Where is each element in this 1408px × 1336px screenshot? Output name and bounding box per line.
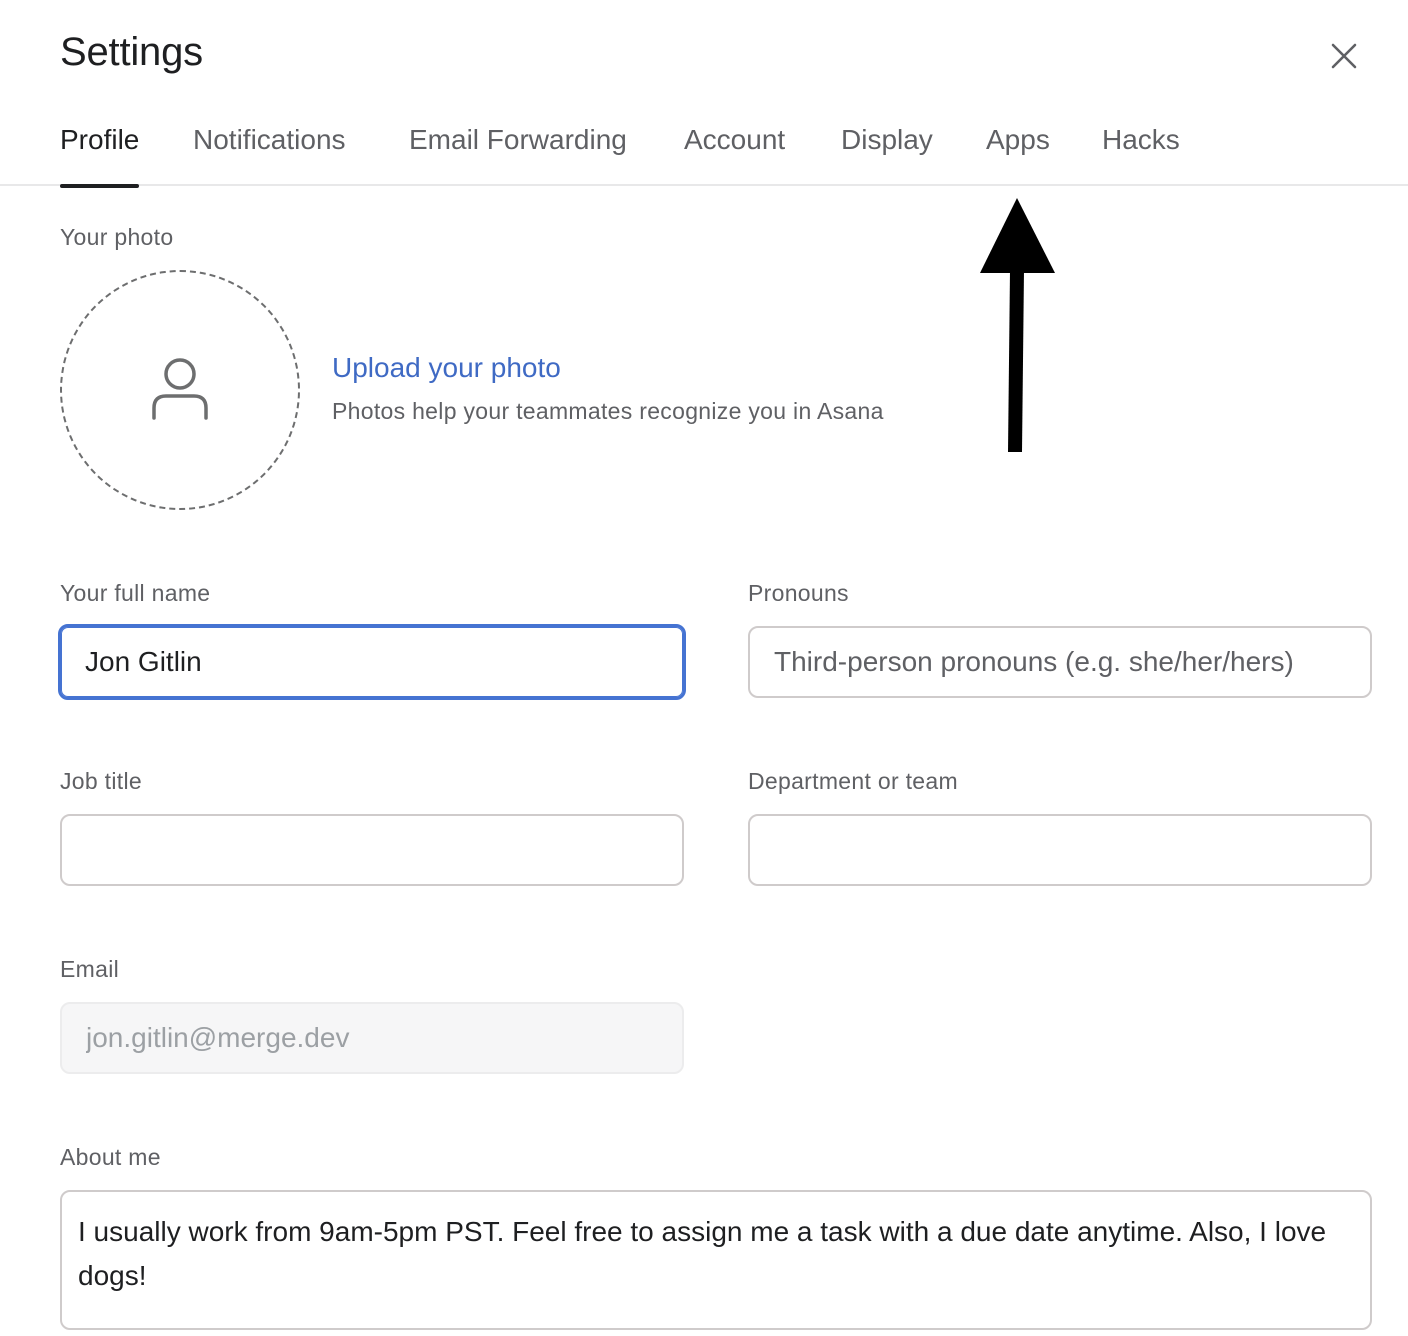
department-label: Department or team	[748, 768, 958, 794]
tab-notifications[interactable]: Notifications	[193, 124, 346, 186]
job-title-label: Job title	[60, 768, 142, 794]
dialog-title: Settings	[60, 30, 203, 74]
tab-apps[interactable]: Apps	[986, 124, 1050, 186]
upload-photo-link[interactable]: Upload your photo	[332, 352, 561, 384]
email-field	[60, 1002, 684, 1074]
tab-profile[interactable]: Profile	[60, 124, 140, 188]
close-button[interactable]	[1320, 32, 1368, 80]
job-title-input[interactable]	[60, 814, 684, 886]
department-input[interactable]	[748, 814, 1372, 886]
photo-upload-area[interactable]	[60, 270, 300, 510]
about-label: About me	[60, 1144, 161, 1170]
close-icon	[1331, 43, 1357, 69]
tab-display[interactable]: Display	[841, 124, 933, 186]
email-label: Email	[60, 956, 120, 982]
user-icon	[152, 358, 208, 420]
full-name-input[interactable]	[58, 624, 686, 700]
about-textarea[interactable]: I usually work from 9am-5pm PST. Feel fr…	[60, 1190, 1372, 1330]
full-name-label: Your full name	[60, 580, 211, 606]
tab-email-forwarding[interactable]: Email Forwarding	[409, 124, 627, 186]
settings-dialog: Settings Profile Notifications Email For…	[0, 0, 1408, 1336]
pronouns-label: Pronouns	[748, 580, 849, 606]
settings-tabs: Profile Notifications Email Forwarding A…	[0, 110, 1408, 188]
annotation-arrow	[980, 198, 1055, 452]
photo-hint: Photos help your teammates recognize you…	[332, 398, 884, 424]
pronouns-input[interactable]	[748, 626, 1372, 698]
tab-account[interactable]: Account	[684, 124, 785, 186]
photo-label: Your photo	[60, 224, 174, 250]
tab-hacks[interactable]: Hacks	[1102, 124, 1180, 186]
